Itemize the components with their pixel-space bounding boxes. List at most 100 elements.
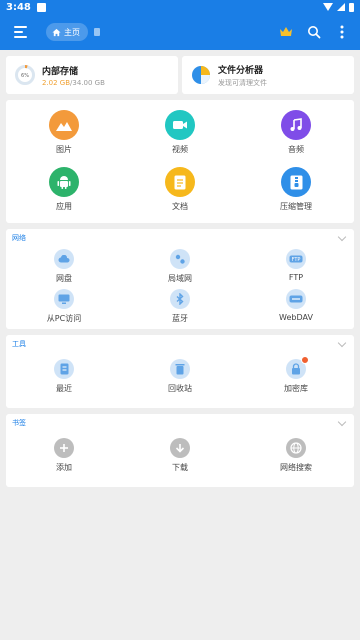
network-item-lan-label: 局域网 xyxy=(168,274,192,283)
network-item-pc-access[interactable]: 从PC访问 xyxy=(6,287,122,327)
file-analyzer-subtitle: 发现可清理文件 xyxy=(218,78,267,87)
lan-icon xyxy=(170,249,190,269)
status-icons xyxy=(323,2,354,12)
chevron-down-icon xyxy=(337,232,347,241)
category-documents[interactable]: 文档 xyxy=(122,167,238,224)
bookmark-download[interactable]: 下载 xyxy=(122,432,238,480)
bluetooth-icon xyxy=(170,289,190,309)
pc-access-icon xyxy=(54,289,74,309)
network-item-bluetooth-label: 蓝牙 xyxy=(172,314,188,323)
file-analyzer-title: 文件分析器 xyxy=(218,65,264,76)
home-content: 6% 内部存储 2.02 GB/34.00 GB 文件分析器 发现可清理文件 图… xyxy=(0,50,360,487)
ftp-icon: FTP xyxy=(286,249,306,269)
breadcrumb-home[interactable]: 主页 xyxy=(46,23,88,41)
breadcrumb-home-label: 主页 xyxy=(64,27,80,37)
pie-chart-icon xyxy=(192,66,210,84)
network-card: 网络 网盘 局域网 FTP FTP 从PC访问 蓝牙 WebDAV xyxy=(6,229,354,329)
breadcrumb-file-icon xyxy=(94,28,100,36)
network-item-ftp[interactable]: FTP FTP xyxy=(238,247,354,287)
battery-icon xyxy=(349,2,354,12)
svg-text:6%: 6% xyxy=(21,73,29,79)
tools-item-recent[interactable]: 最近 xyxy=(6,353,122,401)
storage-total: /34.00 GB xyxy=(70,78,105,87)
svg-text:FTP: FTP xyxy=(292,257,301,263)
category-archives-label: 压缩管理 xyxy=(280,202,312,211)
network-item-cloud-label: 网盘 xyxy=(56,274,72,283)
wifi-icon xyxy=(323,3,333,11)
tools-card: 工具 最近 回收站 加密库 xyxy=(6,335,354,408)
bookmark-add[interactable]: 添加 xyxy=(6,432,122,480)
status-time: 3:48 xyxy=(6,1,31,13)
android-icon xyxy=(49,167,79,197)
category-videos[interactable]: 视频 xyxy=(122,110,238,167)
status-bar: 3:48 xyxy=(0,0,360,14)
music-icon xyxy=(281,110,311,140)
webdav-icon xyxy=(286,289,306,309)
video-icon xyxy=(165,110,195,140)
storage-used: 2.02 GB xyxy=(42,78,71,87)
app-bar: 主页 xyxy=(0,14,360,50)
internal-storage-card[interactable]: 6% 内部存储 2.02 GB/34.00 GB xyxy=(6,56,178,94)
recent-icon xyxy=(54,359,74,379)
tools-grid: 最近 回收站 加密库 xyxy=(6,353,354,401)
network-item-bluetooth[interactable]: 蓝牙 xyxy=(122,287,238,327)
network-title: 网络 xyxy=(12,234,26,242)
bookmark-web-search-label: 网络搜索 xyxy=(280,463,312,472)
storage-usage-icon: 6% xyxy=(15,65,35,85)
category-documents-label: 文档 xyxy=(172,202,188,211)
chevron-down-icon xyxy=(337,417,347,426)
download-icon xyxy=(170,438,190,458)
menu-button[interactable] xyxy=(6,17,36,47)
add-icon xyxy=(54,438,74,458)
bookmarks-header[interactable]: 书签 xyxy=(6,414,354,432)
tools-item-recycle-bin-label: 回收站 xyxy=(168,384,192,393)
network-grid: 网盘 局域网 FTP FTP 从PC访问 蓝牙 WebDAV xyxy=(6,247,354,327)
network-item-lan[interactable]: 局域网 xyxy=(122,247,238,287)
tools-item-vault-label: 加密库 xyxy=(284,384,308,393)
category-grid: 图片 视频 音频 应用 文档 压缩管理 xyxy=(6,110,354,224)
network-item-pc-access-label: 从PC访问 xyxy=(46,314,82,323)
category-apps[interactable]: 应用 xyxy=(6,167,122,224)
tools-item-vault[interactable]: 加密库 xyxy=(238,353,354,401)
network-item-ftp-label: FTP xyxy=(288,273,304,282)
category-audio[interactable]: 音频 xyxy=(238,110,354,167)
crown-button[interactable] xyxy=(278,24,294,40)
home-icon xyxy=(52,28,61,36)
internal-storage-usage: 2.02 GB/34.00 GB xyxy=(42,79,105,87)
document-icon xyxy=(165,167,195,197)
file-analyzer-card[interactable]: 文件分析器 发现可清理文件 xyxy=(182,56,354,94)
chevron-down-icon xyxy=(337,338,347,347)
category-audio-label: 音频 xyxy=(288,145,304,154)
search-button[interactable] xyxy=(306,24,322,40)
tools-header[interactable]: 工具 xyxy=(6,335,354,353)
crown-icon xyxy=(280,27,292,36)
network-item-webdav[interactable]: WebDAV xyxy=(238,287,354,327)
bookmarks-card: 书签 添加 下载 网络搜索 xyxy=(6,414,354,487)
tools-item-recent-label: 最近 xyxy=(56,384,72,393)
category-archives[interactable]: 压缩管理 xyxy=(238,167,354,224)
cell-signal-icon xyxy=(337,3,345,11)
tools-title: 工具 xyxy=(12,340,26,348)
internal-storage-title: 内部存储 xyxy=(42,66,79,77)
tools-item-recycle-bin[interactable]: 回收站 xyxy=(122,353,238,401)
image-icon xyxy=(49,110,79,140)
vault-badge xyxy=(301,356,309,364)
archive-icon xyxy=(281,167,311,197)
network-item-cloud[interactable]: 网盘 xyxy=(6,247,122,287)
search-icon xyxy=(308,26,321,39)
network-header[interactable]: 网络 xyxy=(6,229,354,247)
network-item-webdav-label: WebDAV xyxy=(279,313,313,322)
more-options-button[interactable] xyxy=(334,24,350,40)
bookmarks-title: 书签 xyxy=(12,419,26,427)
bookmarks-grid: 添加 下载 网络搜索 xyxy=(6,432,354,480)
category-videos-label: 视频 xyxy=(172,145,188,154)
category-card: 图片 视频 音频 应用 文档 压缩管理 xyxy=(6,100,354,223)
bookmark-web-search[interactable]: 网络搜索 xyxy=(238,432,354,480)
category-images[interactable]: 图片 xyxy=(6,110,122,167)
more-vert-icon xyxy=(340,25,344,39)
category-apps-label: 应用 xyxy=(56,202,72,211)
cloud-icon xyxy=(54,249,74,269)
vault-icon xyxy=(286,356,309,379)
notification-icon xyxy=(36,2,46,12)
storage-row: 6% 内部存储 2.02 GB/34.00 GB 文件分析器 发现可清理文件 xyxy=(6,56,354,94)
